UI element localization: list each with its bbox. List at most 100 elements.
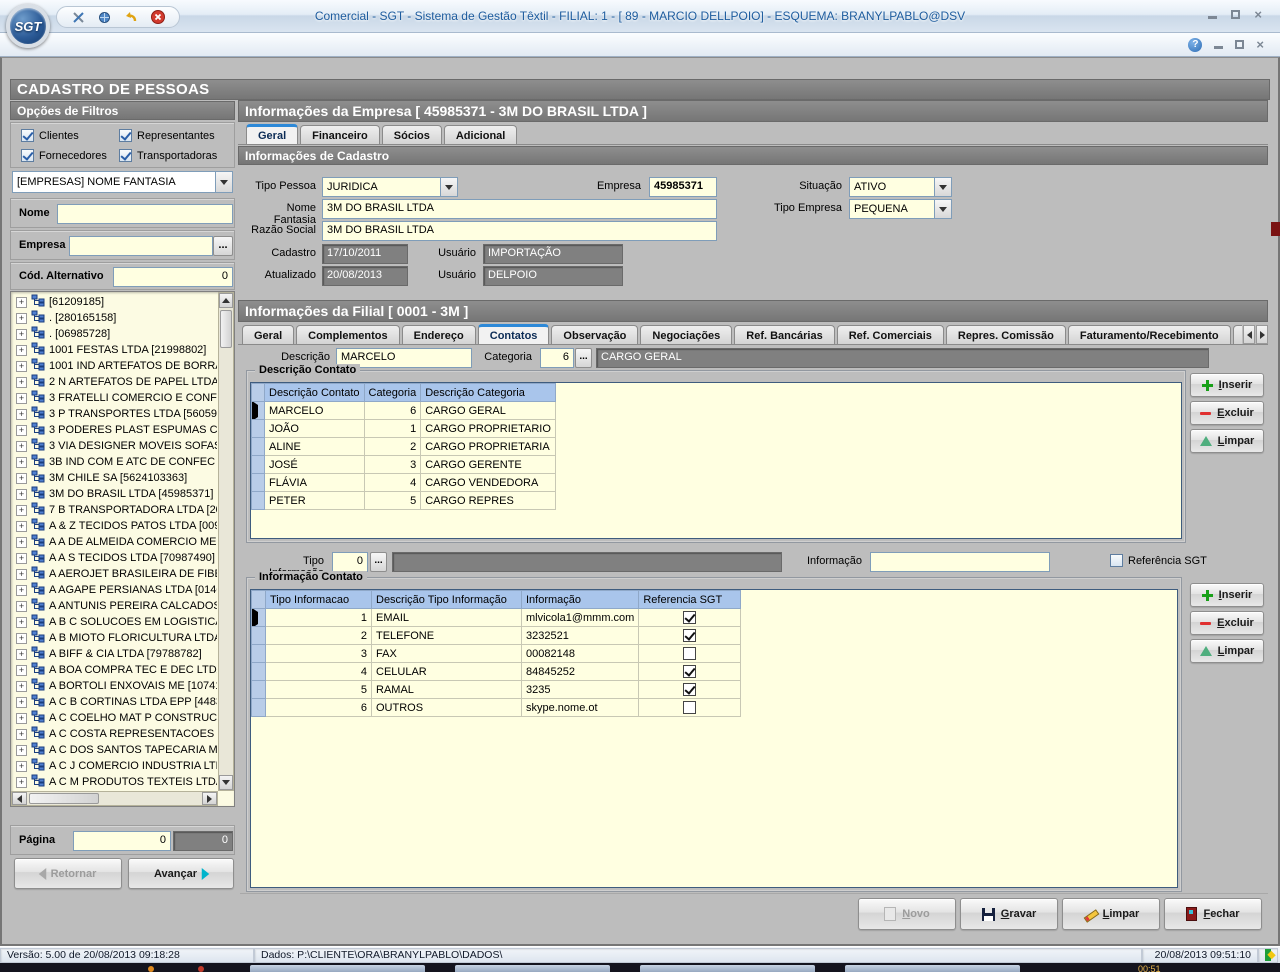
expand-plus-icon[interactable]: + [16, 745, 27, 756]
tree-item[interactable]: +1001 IND ARTEFATOS DE BORRA [11, 358, 217, 374]
tree-hscrollbar[interactable] [11, 791, 218, 806]
maximize-icon[interactable] [1231, 10, 1240, 19]
windows-taskbar[interactable]: 00:51 [0, 963, 1280, 972]
categoria-input[interactable]: 6 [540, 348, 574, 368]
excluir-button[interactable]: Excluir [1190, 401, 1264, 425]
tree-item[interactable]: +A C DOS SANTOS TAPECARIA ME [11, 742, 217, 758]
tree-item[interactable]: +1001 FESTAS LTDA [21998802] [11, 342, 217, 358]
empresa-tab-geral[interactable]: Geral [246, 124, 298, 145]
table-row[interactable]: MARCELO6CARGO GERAL [252, 402, 556, 420]
filter-checkbox-representantes[interactable]: Representantes [119, 129, 234, 142]
checkbox-icon[interactable] [119, 149, 132, 162]
gravar-button[interactable]: Gravar [960, 898, 1058, 930]
expand-plus-icon[interactable]: + [16, 681, 27, 692]
filial-tab-complementos[interactable]: Complementos [296, 325, 399, 345]
grid-column-header[interactable]: Categoria [364, 384, 421, 402]
retornar-button[interactable]: Retornar [14, 858, 122, 889]
grid-checkbox[interactable] [683, 701, 696, 714]
table-row[interactable]: 2TELEFONE3232521 [252, 627, 741, 645]
fechar-button[interactable]: Fechar [1164, 898, 1262, 930]
tree-item[interactable]: +A C COELHO MAT P CONSTRUCA [11, 710, 217, 726]
expand-plus-icon[interactable]: + [16, 713, 27, 724]
expand-plus-icon[interactable]: + [16, 537, 27, 548]
table-row[interactable]: 1EMAILmlvicola1@mmm.com [252, 609, 741, 627]
tree-item[interactable]: +3B IND COM E ATC DE CONFEC LT [11, 454, 217, 470]
empresa-tab-adicional[interactable]: Adicional [444, 125, 518, 145]
tree-item[interactable]: +. [06985728] [11, 326, 217, 342]
tipo-pessoa-dropdown-icon[interactable] [440, 178, 457, 196]
grid-checkbox[interactable] [683, 683, 696, 696]
tabs-scroll-right-icon[interactable] [1256, 325, 1268, 344]
razao-social-field[interactable]: 3M DO BRASIL LTDA [322, 221, 717, 241]
filter-checkbox-clientes[interactable]: Clientes [21, 129, 119, 142]
grid-column-header[interactable]: Informação [522, 591, 639, 609]
table-row[interactable]: ALINE2CARGO PROPRIETARIA [252, 438, 556, 456]
tree-hscroll-thumb[interactable] [29, 793, 99, 804]
tree-item[interactable]: +A B C SOLUCOES EM LOGISTICA I [11, 614, 217, 630]
expand-plus-icon[interactable]: + [16, 441, 27, 452]
grid-checkbox[interactable] [683, 647, 696, 660]
grid-column-header[interactable]: Descrição Categoria [421, 384, 556, 402]
limpar-button[interactable]: Limpar [1190, 429, 1264, 453]
tipo-informacao-browse-button[interactable]: ... [370, 552, 387, 572]
referencia-sgt-checkbox[interactable] [1110, 554, 1123, 567]
inserir-button[interactable]: Inserir [1190, 373, 1264, 397]
empresa-tab-s-cios[interactable]: Sócios [382, 125, 442, 145]
table-row[interactable]: JOSÉ3CARGO GERENTE [252, 456, 556, 474]
filial-tab-do[interactable]: Do [1233, 325, 1242, 345]
expand-plus-icon[interactable]: + [16, 729, 27, 740]
tree-item[interactable]: +A AEROJET BRASILEIRA DE FIBE [11, 566, 217, 582]
empresa-browse-button[interactable]: ... [213, 236, 233, 256]
tree-vscrollbar[interactable] [218, 292, 234, 791]
expand-plus-icon[interactable]: + [16, 505, 27, 516]
contatos-grid[interactable]: Descrição ContatoCategoriaDescrição Cate… [251, 383, 556, 510]
empresa-tab-financeiro[interactable]: Financeiro [300, 125, 380, 145]
table-row[interactable]: 3FAX00082148 [252, 645, 741, 663]
situacao-combo[interactable]: ATIVO [849, 177, 952, 197]
taskbar-button[interactable] [250, 965, 425, 972]
tipo-informacao-input[interactable]: 0 [332, 552, 368, 572]
expand-plus-icon[interactable]: + [16, 777, 27, 788]
tree-item[interactable]: +A A DE ALMEIDA COMERCIO ME [ [11, 534, 217, 550]
inserir-button[interactable]: Inserir [1190, 583, 1264, 607]
tree-item[interactable]: +7 B TRANSPORTADORA LTDA [20 [11, 502, 217, 518]
tree-item[interactable]: +3M DO BRASIL LTDA [45985371] [11, 486, 217, 502]
informacao-input[interactable] [870, 552, 1050, 572]
expand-plus-icon[interactable]: + [16, 649, 27, 660]
filial-tab-contatos[interactable]: Contatos [478, 324, 550, 345]
minimize-icon[interactable] [1208, 16, 1217, 19]
tree-scroll-left-icon[interactable] [12, 792, 27, 805]
table-row[interactable]: 4CELULAR84845252 [252, 663, 741, 681]
filial-tab-endere-o[interactable]: Endereço [402, 325, 476, 345]
expand-plus-icon[interactable]: + [16, 457, 27, 468]
expand-plus-icon[interactable]: + [16, 521, 27, 532]
checkbox-icon[interactable] [21, 129, 34, 142]
tree-item[interactable]: +A C M PRODUTOS TEXTEIS LTDA [11, 774, 217, 790]
tree-item[interactable]: +2 N ARTEFATOS DE PAPEL LTDA - [11, 374, 217, 390]
avancar-button[interactable]: Avançar [128, 858, 234, 889]
pagina-input[interactable]: 0 [73, 831, 171, 851]
filter-checkbox-transportadoras[interactable]: Transportadoras [119, 149, 234, 162]
table-row[interactable]: 6OUTROSskype.nome.ot [252, 699, 741, 717]
limpar-button[interactable]: Limpar [1062, 898, 1160, 930]
expand-plus-icon[interactable]: + [16, 345, 27, 356]
tree-item[interactable]: +A AGAPE PERSIANAS LTDA [0140 [11, 582, 217, 598]
tree-item[interactable]: +A C B CORTINAS LTDA EPP [4483 [11, 694, 217, 710]
tree-item[interactable]: +A C COSTA REPRESENTACOES [0 [11, 726, 217, 742]
empresa-code-field[interactable]: 45985371 [649, 177, 717, 197]
grid-checkbox[interactable] [683, 611, 696, 624]
expand-plus-icon[interactable]: + [16, 617, 27, 628]
informacao-grid[interactable]: Tipo InformacaoDescrição Tipo Informação… [251, 590, 741, 717]
filial-tab-faturamento-recebimento[interactable]: Faturamento/Recebimento [1068, 325, 1231, 345]
tree-item[interactable]: +A B MIOTO FLORICULTURA LTDA [11, 630, 217, 646]
nome-input[interactable] [57, 204, 233, 224]
expand-plus-icon[interactable]: + [16, 489, 27, 500]
expand-plus-icon[interactable]: + [16, 473, 27, 484]
tree-item[interactable]: +A BOA COMPRA TEC E DEC LTDA [11, 662, 217, 678]
expand-plus-icon[interactable]: + [16, 297, 27, 308]
expand-plus-icon[interactable]: + [16, 697, 27, 708]
cod-alternativo-input[interactable]: 0 [113, 267, 233, 287]
expand-plus-icon[interactable]: + [16, 601, 27, 612]
tree-scroll-right-icon[interactable] [202, 792, 217, 805]
situacao-dropdown-icon[interactable] [934, 178, 951, 196]
